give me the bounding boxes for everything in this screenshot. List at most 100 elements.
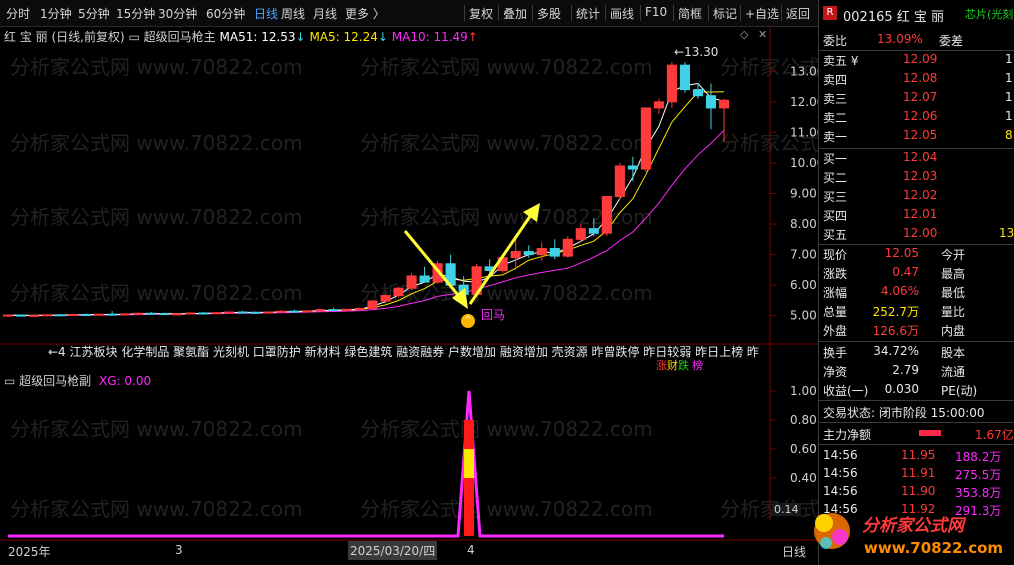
candle-body [172,313,183,316]
site-logo: 分析家公式网 www.70822.com [806,505,1006,561]
quote-label: 收益(一) [823,384,869,398]
candle-body [627,165,638,170]
candle-body [562,238,573,257]
candle-body [55,314,66,317]
period-tab[interactable]: 分时 [6,5,30,22]
svg-text:分析家公式网 www.70822.com: 分析家公式网 www.70822.com [360,131,653,155]
stock-name: 红 宝 丽 [4,30,48,44]
bid-price: 12.00 [903,226,938,240]
sub-cursor-value: 0.14 [772,503,801,516]
quote-value: 0.47 [892,265,919,279]
minimize-icon[interactable]: ▭ [128,30,139,44]
candle-body [120,313,131,316]
badge-zhang: 涨 [656,359,667,372]
down-arrow-icon: ↓ [377,30,388,44]
signal-up-icon: ^ [461,314,475,328]
candle-body [159,313,170,316]
arrow-left-icon: ← [674,45,685,59]
candle-body [341,308,352,311]
candle-body [211,312,222,315]
toolbar-button[interactable]: 返回 [786,5,810,22]
ask-volume: 1 [1005,52,1013,66]
concept-tag[interactable]: 芯片(光刻 [965,6,1013,22]
indicator-name[interactable]: 超级回马枪主 [144,30,216,44]
ma5-value: MA5: 12.24 [309,30,378,44]
toolbar-divider [673,5,674,21]
candle-body [94,313,105,316]
toolbar-button[interactable]: 复权 [469,5,493,22]
candle-body [354,307,365,310]
toolbar-button[interactable]: F10 [645,5,667,19]
period-tab[interactable]: 周线 [281,5,305,22]
period-tab[interactable]: 15分钟 [116,5,155,22]
y-tick-label: 8.00 [790,217,817,231]
svg-text:分析家公式网 www.70822.com: 分析家公式网 www.70822.com [360,55,653,79]
candle-body [224,311,235,314]
ask-level-label: 卖一 [823,130,848,144]
sub-indicator-name[interactable]: 超级回马枪副 [19,374,91,388]
period-tab[interactable]: 更多 〉 [345,5,385,22]
quote-label: 现价 [823,248,848,262]
chart-area[interactable]: 分析家公式网 www.70822.com 分析家公式网 www.70822.com… [0,26,818,565]
toolbar-divider [781,5,782,21]
minimize-icon[interactable]: ▭ [4,374,15,388]
candle-body [81,314,92,316]
candle-body [2,314,14,317]
quote-label: 最低 [941,286,966,300]
period-tab[interactable]: 月线 [313,5,337,22]
tick-time: 14:56 [823,448,858,462]
toolbar-button[interactable]: 标记 [713,5,737,22]
period-tab[interactable]: 60分钟 [206,5,245,22]
period-tab[interactable]: 30分钟 [158,5,197,22]
toolbar-button[interactable]: +自选 [745,5,779,22]
quote-label: PE(动) [941,384,978,398]
candle-body [276,310,287,313]
quote-label: 总量 [823,305,848,319]
toolbar-divider [605,5,606,21]
weibi-weicha_label: 委差 [939,34,964,48]
toolbar-divider [571,5,572,21]
quote-label: 净资 [823,365,848,379]
period-tab[interactable]: 日线 [254,5,278,22]
svg-text:分析家公式网: 分析家公式网 [862,516,967,536]
quote-label: 外盘 [823,324,848,338]
month-label: 3 [175,543,183,557]
candle-body [588,228,599,234]
stock-code-name: 002165 红 宝 丽 [843,10,945,25]
candle-body [705,95,717,109]
toolbar-button[interactable]: 统计 [576,5,600,22]
quote-value: 4.06% [880,284,919,298]
toolbar-button[interactable]: 叠加 [503,5,527,22]
svg-text:www.70822.com: www.70822.com [864,539,1003,557]
ask-level-label: 卖三 [823,92,848,106]
diamond-icon[interactable]: ◇ [740,28,748,41]
ask-price: 12.07 [903,90,938,104]
year-label: 2025年 [8,545,51,559]
tick-price: 11.91 [901,466,936,480]
quote-value: 12.05 [884,246,919,260]
candle-body [328,309,339,312]
candle-body [41,314,53,317]
weibi-weibi_value: 13.09% [877,32,923,46]
period-tab[interactable]: 1分钟 [40,5,72,22]
down-arrow-icon: ↓ [295,30,306,44]
ask-volume: 8 [1005,128,1013,142]
tick-volume: 353.8万 [955,486,1002,500]
period-tab[interactable]: 5分钟 [78,5,110,22]
quote-label: 量比 [941,305,966,319]
candle-body [614,165,625,198]
badge-cai: 财 [667,359,678,372]
candle-body [367,300,378,309]
candle-body [302,310,313,313]
toolbar-button[interactable]: 多股 [537,5,561,22]
stock-badges: 涨财跌榜 [656,357,703,373]
candle-body [653,101,664,109]
ask-volume: 1 [1005,90,1013,104]
toolbar-button[interactable]: 画线 [610,5,634,22]
period-label[interactable]: 日线 [782,543,806,560]
candle-body [185,312,196,315]
svg-text:分析家公式网 www.70822.com: 分析家公式网 www.70822.com [10,417,303,441]
toolbar-button[interactable]: 简框 [678,5,702,22]
sub-chart-header: ▭ 超级回马枪副 XG: 0.00 [4,372,151,389]
close-icon[interactable]: ✕ [758,28,767,41]
